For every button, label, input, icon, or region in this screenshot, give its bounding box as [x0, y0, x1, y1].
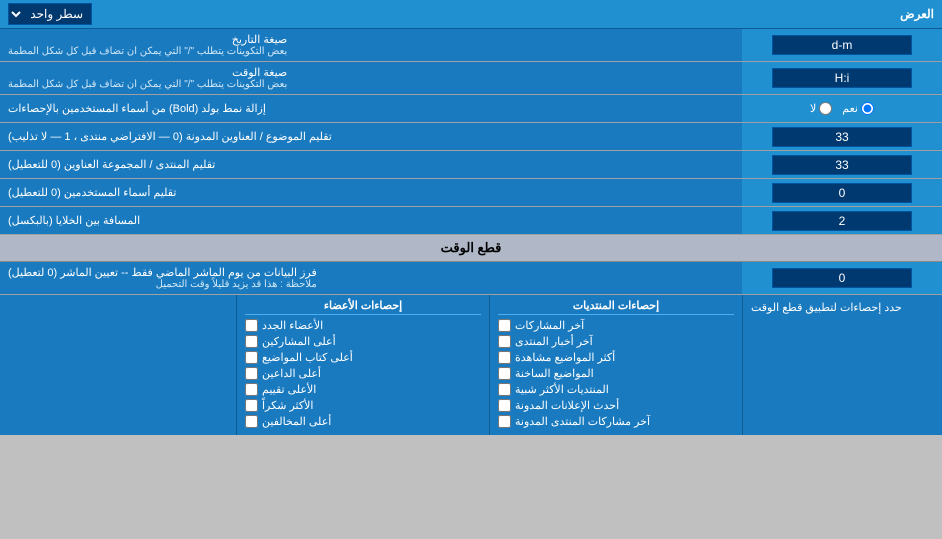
checkbox-forum-6[interactable]	[498, 399, 511, 412]
forum-trim-row: 33 تقليم المنتدى / المجموعة العناوين (0 …	[0, 151, 942, 179]
checkbox-member-2[interactable]	[245, 335, 258, 348]
forum-stats-col: إحصاءات المنتديات آخر المشاركات آخر أخبا…	[489, 295, 742, 435]
stats-header-label: حدد إحصاءات لتطبيق قطع الوقت	[742, 295, 942, 435]
forum-trim-input[interactable]: 33	[772, 155, 912, 175]
time-format-input[interactable]: H:i	[772, 68, 912, 88]
forum-stats-header: إحصاءات المنتديات	[498, 299, 734, 315]
bold-remove-label: إزالة نمط بولد (Bold) من أسماء المستخدمي…	[0, 95, 742, 122]
cutoff-section-header: قطع الوقت	[0, 235, 942, 262]
date-format-row: d-m صيغة التاريخ بعض التكوينات يتطلب "/"…	[0, 29, 942, 62]
cutoff-control[interactable]: 0	[742, 262, 942, 294]
radio-no-label[interactable]: لا	[810, 102, 832, 115]
cell-spacing-control[interactable]: 2	[742, 207, 942, 234]
bold-radio-group: نعم لا	[810, 102, 874, 115]
checkbox-forum-2[interactable]	[498, 335, 511, 348]
stats-item-4: المواضيع الساخنة	[498, 367, 734, 380]
time-format-row: H:i صيغة الوقت بعض التكوينات يتطلب "/" ا…	[0, 62, 942, 95]
member-stats-item-3: أعلى كتاب المواضيع	[245, 351, 481, 364]
stats-item-3: أكثر المواضيع مشاهدة	[498, 351, 734, 364]
checkbox-member-5[interactable]	[245, 383, 258, 396]
user-trim-row: 0 تقليم أسماء المستخدمين (0 للتعطيل)	[0, 179, 942, 207]
topic-order-label: تقليم الموضوع / العناوين المدونة (0 — ال…	[0, 123, 742, 150]
stats-item-7: آخر مشاركات المنتدى المدونة	[498, 415, 734, 428]
top-bar: العرض سطر واحد سطرين ثلاثة أسطر	[0, 0, 942, 29]
checkbox-forum-4[interactable]	[498, 367, 511, 380]
member-stats-item-4: أعلى الداعين	[245, 367, 481, 380]
date-format-input[interactable]: d-m	[772, 35, 912, 55]
date-format-control[interactable]: d-m	[742, 29, 942, 61]
topic-order-input[interactable]: 33	[772, 127, 912, 147]
cutoff-row: 0 فرز البيانات من يوم الماشر الماضي فقط …	[0, 262, 942, 295]
checkbox-forum-5[interactable]	[498, 383, 511, 396]
bold-remove-control[interactable]: نعم لا	[742, 95, 942, 122]
time-format-label: صيغة الوقت بعض التكوينات يتطلب "/" التي …	[0, 62, 742, 94]
member-stats-item-6: الأكثر شكراً	[245, 399, 481, 412]
member-stats-item-5: الأعلى تقييم	[245, 383, 481, 396]
radio-yes[interactable]	[861, 102, 874, 115]
empty-col	[0, 295, 236, 435]
radio-yes-label[interactable]: نعم	[842, 102, 874, 115]
stats-item-6: أحدث الإعلانات المدونة	[498, 399, 734, 412]
checkbox-member-1[interactable]	[245, 319, 258, 332]
stats-columns: إحصاءات المنتديات آخر المشاركات آخر أخبا…	[0, 295, 742, 435]
stats-container: حدد إحصاءات لتطبيق قطع الوقت إحصاءات الم…	[0, 295, 942, 435]
member-stats-item-1: الأعضاء الجدد	[245, 319, 481, 332]
cell-spacing-row: 2 المسافة بين الخلايا (بالبكسل)	[0, 207, 942, 235]
forum-trim-label: تقليم المنتدى / المجموعة العناوين (0 للت…	[0, 151, 742, 178]
date-format-label: صيغة التاريخ بعض التكوينات يتطلب "/" الت…	[0, 29, 742, 61]
cell-spacing-label: المسافة بين الخلايا (بالبكسل)	[0, 207, 742, 234]
stats-item-2: آخر أخبار المنتدى	[498, 335, 734, 348]
topic-order-row: 33 تقليم الموضوع / العناوين المدونة (0 —…	[0, 123, 942, 151]
checkbox-member-6[interactable]	[245, 399, 258, 412]
cutoff-label: فرز البيانات من يوم الماشر الماضي فقط --…	[0, 262, 742, 294]
stats-item-5: المنتديات الأكثر شبية	[498, 383, 734, 396]
bold-remove-row: نعم لا إزالة نمط بولد (Bold) من أسماء ال…	[0, 95, 942, 123]
time-format-control[interactable]: H:i	[742, 62, 942, 94]
checkbox-forum-3[interactable]	[498, 351, 511, 364]
member-stats-item-7: أعلى المخالفين	[245, 415, 481, 428]
user-trim-control[interactable]: 0	[742, 179, 942, 206]
forum-trim-control[interactable]: 33	[742, 151, 942, 178]
checkbox-forum-7[interactable]	[498, 415, 511, 428]
display-select[interactable]: سطر واحد سطرين ثلاثة أسطر	[8, 3, 92, 25]
stats-item-1: آخر المشاركات	[498, 319, 734, 332]
member-stats-col: إحصاءات الأعضاء الأعضاء الجدد أعلى المشا…	[236, 295, 489, 435]
member-stats-item-2: أعلى المشاركين	[245, 335, 481, 348]
checkbox-member-3[interactable]	[245, 351, 258, 364]
checkbox-member-7[interactable]	[245, 415, 258, 428]
top-bar-label: العرض	[900, 7, 934, 21]
main-container: العرض سطر واحد سطرين ثلاثة أسطر d-m صيغة…	[0, 0, 942, 435]
cutoff-input[interactable]: 0	[772, 268, 912, 288]
checkbox-forum-1[interactable]	[498, 319, 511, 332]
radio-no[interactable]	[819, 102, 832, 115]
checkbox-member-4[interactable]	[245, 367, 258, 380]
member-stats-header: إحصاءات الأعضاء	[245, 299, 481, 315]
user-trim-input[interactable]: 0	[772, 183, 912, 203]
top-bar-select[interactable]: سطر واحد سطرين ثلاثة أسطر	[8, 3, 92, 25]
user-trim-label: تقليم أسماء المستخدمين (0 للتعطيل)	[0, 179, 742, 206]
cell-spacing-input[interactable]: 2	[772, 211, 912, 231]
topic-order-control[interactable]: 33	[742, 123, 942, 150]
